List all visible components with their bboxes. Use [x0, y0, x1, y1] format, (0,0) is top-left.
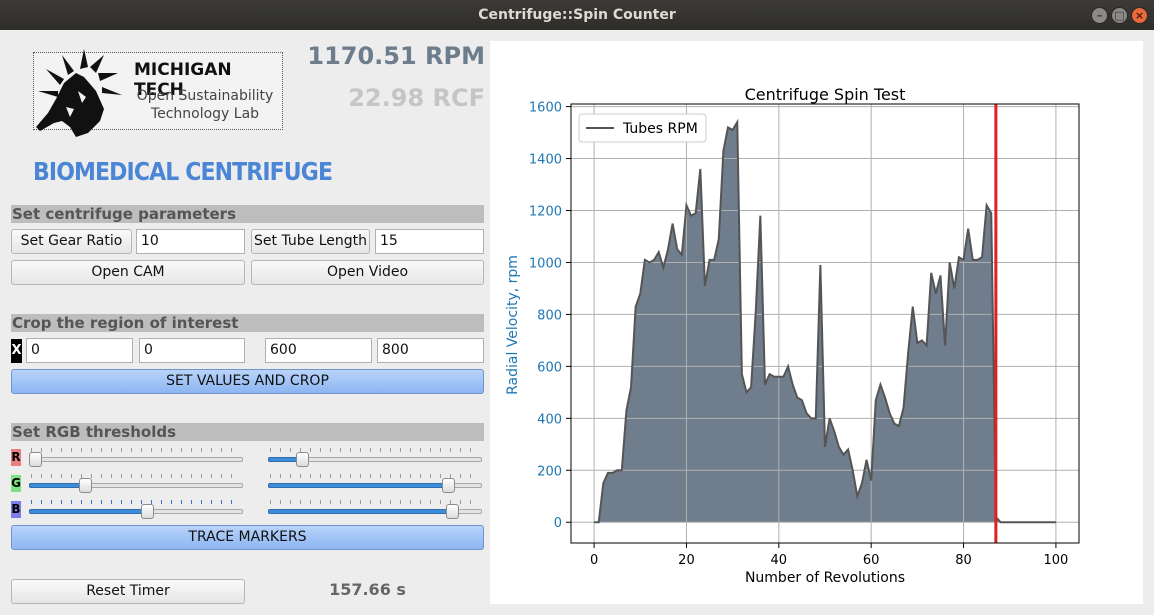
slider-groove — [29, 457, 243, 462]
x-tick-label: 20 — [678, 553, 695, 568]
b-low-threshold-slider[interactable] — [29, 500, 243, 520]
crop-x1-input[interactable]: 0 — [26, 338, 133, 363]
logo-subtitle-line2: Technology Lab — [150, 106, 260, 122]
gear-ratio-input[interactable]: 10 — [136, 229, 245, 254]
chart-ylabel: Radial Velocity, rpm — [505, 255, 521, 395]
y-tick-label: 400 — [537, 412, 562, 427]
slider-handle[interactable] — [441, 478, 455, 493]
x-tick-label: 100 — [1043, 553, 1068, 568]
y-tick-label: 0 — [554, 516, 562, 531]
y-tick-label: 200 — [537, 464, 562, 479]
x-tick-label: 60 — [863, 553, 880, 568]
logo-subtitle: Open Sustainability Technology Lab — [130, 87, 280, 123]
channel-label-g: G — [11, 475, 21, 492]
slider-ticks — [31, 500, 241, 504]
slider-ticks — [31, 474, 241, 478]
slider-fill — [268, 509, 453, 514]
slider-fill — [29, 483, 85, 488]
set-tube-length-button[interactable]: Set Tube Length — [251, 229, 370, 254]
slider-handle[interactable] — [446, 504, 460, 519]
rgb-section-header: Set RGB thresholds — [11, 423, 484, 441]
minimize-icon[interactable]: – — [1091, 7, 1108, 24]
crop-section-header: Crop the region of interest — [11, 314, 484, 332]
slider-fill — [29, 509, 147, 514]
crop-x2-input[interactable]: 600 — [265, 338, 372, 363]
close-icon[interactable]: × — [1131, 7, 1148, 24]
window-titlebar: Centrifuge::Spin Counter – □ × — [0, 0, 1154, 30]
slider-fill — [268, 483, 448, 488]
plot-panel: Centrifuge Spin Test Number of Revolutio… — [490, 41, 1143, 604]
slider-handle[interactable] — [29, 452, 43, 467]
slider-handle[interactable] — [140, 504, 154, 519]
x-tick-label: 40 — [771, 553, 788, 568]
r-low-threshold-slider[interactable] — [29, 448, 243, 468]
wolf-icon — [36, 49, 122, 137]
y-tick-label: 1000 — [529, 256, 562, 271]
g-low-threshold-slider[interactable] — [29, 474, 243, 494]
open-video-button[interactable]: Open Video — [251, 260, 484, 285]
channel-label-b: B — [11, 501, 21, 518]
reset-timer-button[interactable]: Reset Timer — [11, 579, 245, 604]
crop-x-label: X — [11, 339, 22, 363]
rpm-chart: Centrifuge Spin Test Number of Revolutio… — [505, 85, 1080, 586]
x-tick-label: 0 — [590, 553, 598, 568]
maximize-icon[interactable]: □ — [1111, 7, 1128, 24]
crop-y2-input[interactable]: 800 — [377, 338, 484, 363]
crop-y1-input[interactable]: 0 — [139, 338, 245, 363]
trace-markers-button[interactable]: TRACE MARKERS — [11, 525, 484, 550]
chart-xlabel: Number of Revolutions — [745, 570, 905, 586]
y-tick-label: 1200 — [529, 205, 562, 220]
slider-handle[interactable] — [296, 452, 310, 467]
michigan-tech-logo: MICHIGAN TECH Open Sustainability Techno… — [33, 49, 283, 137]
x-tick-label: 80 — [955, 553, 972, 568]
chart-legend: Tubes RPM — [578, 113, 707, 143]
g-high-threshold-slider[interactable] — [268, 474, 482, 494]
window-title: Centrifuge::Spin Counter — [478, 7, 676, 23]
rpm-readout: 1170.51 RPM — [307, 42, 485, 70]
y-tick-label: 1400 — [529, 153, 562, 168]
chart-title: Centrifuge Spin Test — [745, 85, 906, 104]
r-high-threshold-slider[interactable] — [268, 448, 482, 468]
slider-ticks — [31, 448, 241, 452]
logo-subtitle-line1: Open Sustainability — [136, 88, 274, 104]
open-cam-button[interactable]: Open CAM — [11, 260, 245, 285]
channel-label-r: R — [11, 449, 21, 466]
rcf-readout: 22.98 RCF — [348, 84, 485, 112]
app-heading: BIOMEDICAL CENTRIFUGE — [33, 157, 333, 186]
set-values-and-crop-button[interactable]: SET VALUES AND CROP — [11, 369, 484, 394]
y-tick-label: 1600 — [529, 101, 562, 116]
y-tick-label: 800 — [537, 308, 562, 323]
y-tick-label: 600 — [537, 360, 562, 375]
chart-plot-area: 0 20 40 60 80 1000200400600800100012001400160… — [529, 101, 1080, 568]
elapsed-time: 157.66 s — [329, 580, 406, 599]
params-section-header: Set centrifuge parameters — [11, 205, 484, 223]
tube-length-input[interactable]: 15 — [375, 229, 484, 254]
set-gear-ratio-button[interactable]: Set Gear Ratio — [11, 229, 132, 254]
b-high-threshold-slider[interactable] — [268, 500, 482, 520]
legend-label: Tubes RPM — [622, 121, 698, 137]
slider-handle[interactable] — [78, 478, 92, 493]
